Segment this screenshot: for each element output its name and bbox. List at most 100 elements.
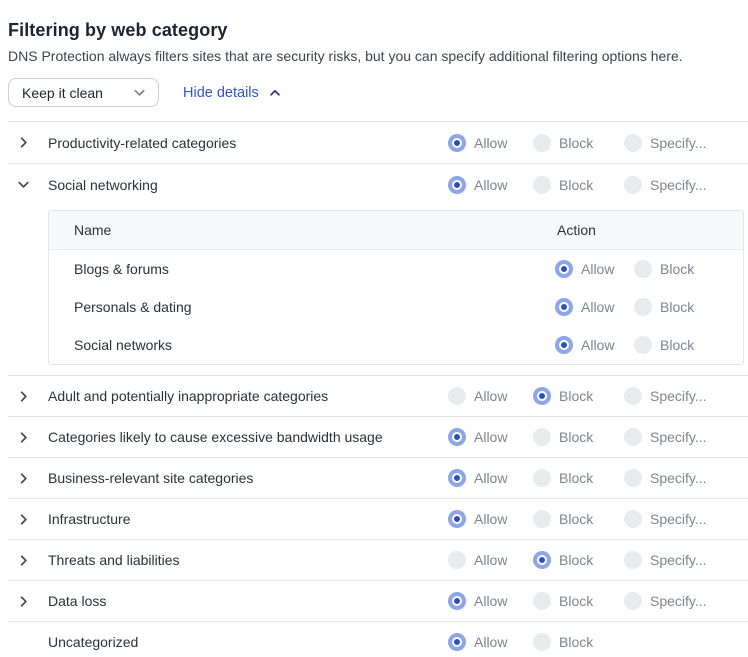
block-option-label: Block	[559, 135, 593, 151]
specify-radio[interactable]	[624, 387, 642, 405]
block-option[interactable]: Block	[533, 633, 593, 651]
allow-option-label: Allow	[474, 177, 507, 193]
allow-option[interactable]: Allow	[448, 633, 507, 651]
allow-radio[interactable]	[448, 176, 466, 194]
allow-option-label: Allow	[474, 511, 507, 527]
allow-option[interactable]: Allow	[555, 336, 614, 354]
allow-radio[interactable]	[448, 633, 466, 651]
block-option[interactable]: Block	[533, 469, 593, 487]
specify-option[interactable]: Specify...	[624, 551, 707, 569]
allow-option[interactable]: Allow	[448, 134, 507, 152]
allow-option[interactable]: Allow	[448, 469, 507, 487]
allow-option[interactable]: Allow	[448, 510, 507, 528]
specify-option[interactable]: Specify...	[624, 134, 707, 152]
expand-chevron-icon[interactable]	[14, 387, 32, 405]
block-radio[interactable]	[634, 260, 652, 278]
specify-radio[interactable]	[624, 428, 642, 446]
block-option[interactable]: Block	[634, 336, 694, 354]
allow-option[interactable]: Allow	[555, 298, 614, 316]
specify-radio[interactable]	[624, 510, 642, 528]
block-option-label: Block	[559, 177, 593, 193]
allow-option[interactable]: Allow	[448, 551, 507, 569]
specify-option[interactable]: Specify...	[624, 387, 707, 405]
allow-option-label: Allow	[581, 299, 614, 315]
category-row-threats-and-liabilities: Threats and liabilitiesAllowBlockSpecify…	[8, 539, 748, 580]
specify-option[interactable]: Specify...	[624, 469, 707, 487]
category-row-infrastructure: Infrastructure Allow Block Specify...	[8, 498, 748, 539]
block-radio[interactable]	[533, 633, 551, 651]
expand-chevron-icon[interactable]	[14, 428, 32, 446]
web-category-filtering-panel: Filtering by web category DNS Protection…	[0, 0, 748, 657]
allow-option[interactable]: Allow	[448, 387, 507, 405]
block-radio[interactable]	[634, 336, 652, 354]
allow-option-label: Allow	[474, 470, 507, 486]
specify-option[interactable]: Specify...	[624, 592, 707, 610]
block-radio[interactable]	[533, 134, 551, 152]
page-title: Filtering by web category	[8, 20, 748, 40]
policy-select[interactable]: Keep it clean	[8, 78, 159, 107]
allow-radio[interactable]	[555, 298, 573, 316]
category-label: Social networking	[48, 177, 158, 193]
category-label: Adult and potentially inappropriate cate…	[48, 388, 328, 404]
category-label: Infrastructure	[48, 511, 130, 527]
category-list: Productivity-related categoriesAllowBloc…	[8, 121, 748, 657]
specify-radio[interactable]	[624, 592, 642, 610]
specify-radio[interactable]	[624, 134, 642, 152]
expand-chevron-icon[interactable]	[14, 510, 32, 528]
block-option[interactable]: Block	[533, 134, 593, 152]
allow-radio[interactable]	[555, 260, 573, 278]
collapse-chevron-icon[interactable]	[14, 176, 32, 194]
specify-option[interactable]: Specify...	[624, 510, 707, 528]
block-radio[interactable]	[533, 176, 551, 194]
allow-option[interactable]: Allow	[448, 176, 507, 194]
specify-radio[interactable]	[624, 176, 642, 194]
block-radio[interactable]	[533, 428, 551, 446]
specify-option[interactable]: Specify...	[624, 428, 707, 446]
specify-radio[interactable]	[624, 551, 642, 569]
specify-option[interactable]: Specify...	[624, 176, 707, 194]
allow-radio[interactable]	[448, 428, 466, 446]
hide-details-link[interactable]: Hide details	[183, 85, 282, 101]
block-option-label: Block	[660, 299, 694, 315]
block-option[interactable]: Block	[533, 592, 593, 610]
block-option[interactable]: Block	[533, 510, 593, 528]
block-option[interactable]: Block	[634, 298, 694, 316]
expand-chevron-icon[interactable]	[14, 134, 32, 152]
block-option[interactable]: Block	[533, 428, 593, 446]
expand-chevron-icon[interactable]	[14, 469, 32, 487]
block-option[interactable]: Block	[634, 260, 694, 278]
specify-option-label: Specify...	[650, 470, 707, 486]
expand-chevron-icon[interactable]	[14, 592, 32, 610]
block-option[interactable]: Block	[533, 387, 593, 405]
category-row-business-relevant-site-categories: Business-relevant site categoriesAllowBl…	[8, 457, 748, 498]
block-radio[interactable]	[533, 551, 551, 569]
expand-chevron-icon[interactable]	[14, 551, 32, 569]
block-option-label: Block	[559, 429, 593, 445]
category-row-data-loss: Data lossAllowBlockSpecify...	[8, 580, 748, 621]
subtable-header-action: Action	[557, 222, 596, 238]
allow-radio[interactable]	[448, 469, 466, 487]
block-radio[interactable]	[533, 592, 551, 610]
allow-radio[interactable]	[448, 387, 466, 405]
block-option[interactable]: Block	[533, 176, 593, 194]
allow-radio[interactable]	[448, 134, 466, 152]
allow-option[interactable]: Allow	[448, 428, 507, 446]
specify-radio[interactable]	[624, 469, 642, 487]
allow-radio[interactable]	[448, 510, 466, 528]
block-radio[interactable]	[533, 510, 551, 528]
allow-option[interactable]: Allow	[448, 592, 507, 610]
allow-radio[interactable]	[448, 551, 466, 569]
category-row-uncategorized: UncategorizedAllowBlock	[8, 621, 748, 657]
block-option[interactable]: Block	[533, 551, 593, 569]
hide-details-label: Hide details	[183, 85, 259, 101]
category-row-social-networking: Social networking Allow Block Specify...	[8, 163, 748, 205]
subtable-row-personals-dating: Personals & datingAllowBlock	[49, 288, 743, 326]
allow-radio[interactable]	[555, 336, 573, 354]
allow-radio[interactable]	[448, 592, 466, 610]
allow-option[interactable]: Allow	[555, 260, 614, 278]
allow-option-label: Allow	[581, 337, 614, 353]
block-radio[interactable]	[533, 469, 551, 487]
allow-option-label: Allow	[581, 261, 614, 277]
block-radio[interactable]	[533, 387, 551, 405]
block-radio[interactable]	[634, 298, 652, 316]
